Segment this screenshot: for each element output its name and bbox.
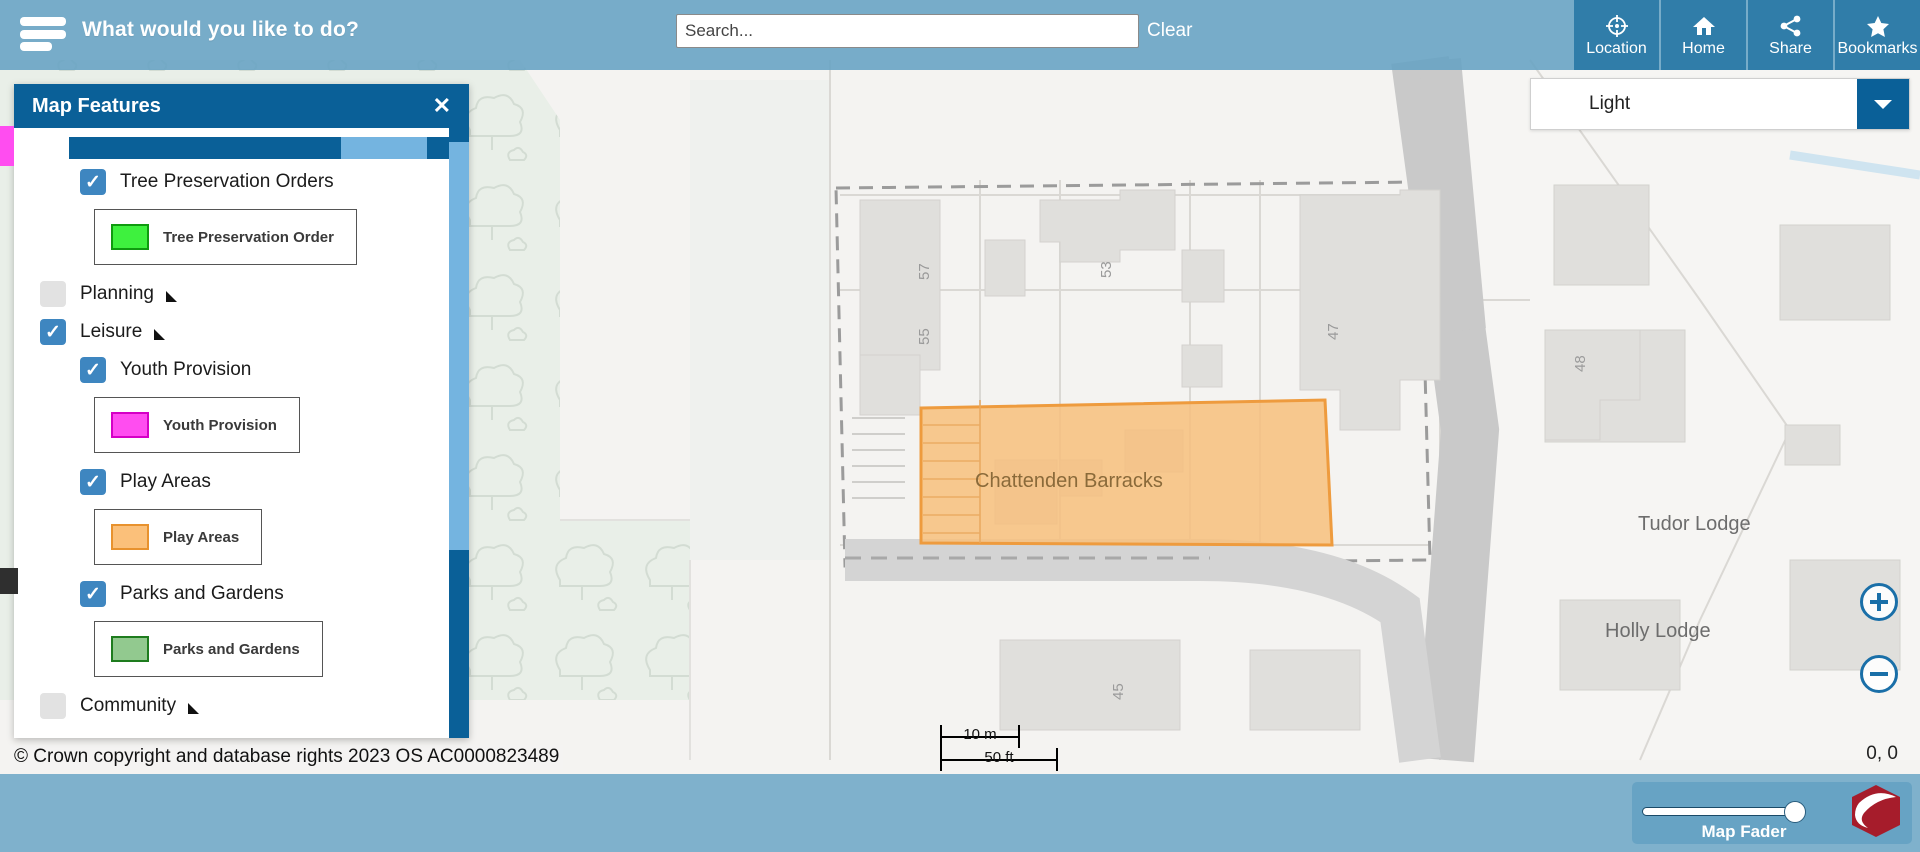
nav-button-home[interactable]: Home: [1661, 0, 1746, 70]
panel-scrollbar[interactable]: [449, 128, 469, 738]
layer-label: Leisure: [80, 321, 143, 342]
layer-label: Play Areas: [120, 471, 211, 492]
legend-label: Youth Provision: [163, 416, 277, 434]
legend-wrapper: Tree Preservation Order: [14, 201, 469, 275]
map-copyright: © Crown copyright and database rights 20…: [10, 745, 564, 769]
chevron-down-icon[interactable]: [1857, 79, 1909, 129]
expand-triangle-icon[interactable]: [188, 702, 200, 714]
scalebar-metric-label: 10 m: [963, 726, 997, 743]
legend-swatch: [111, 412, 149, 438]
layer-row-community[interactable]: Community: [14, 687, 469, 725]
legend-label: Tree Preservation Order: [163, 228, 334, 246]
layer-label: Parks and Gardens: [120, 583, 284, 604]
basemap-selected-value: Light: [1589, 93, 1631, 114]
house-number: 48: [1572, 355, 1589, 372]
layer-label: Community: [80, 695, 177, 716]
layer-row-parks-and-gardens[interactable]: ✓ Parks and Gardens: [14, 575, 469, 613]
map-fader-label: Map Fader: [1701, 822, 1787, 841]
legend-wrapper: Play Areas: [14, 501, 469, 575]
nav-label: Share: [1769, 40, 1812, 57]
star-icon: [1865, 13, 1891, 39]
legend-wrapper: Youth Provision: [14, 389, 469, 463]
legend-tree-preservation-order: Tree Preservation Order: [94, 209, 357, 265]
map-scalebar: 10 m 50 ft: [940, 725, 1060, 771]
nav-button-bookmarks[interactable]: Bookmarks: [1835, 0, 1920, 70]
expand-triangle-icon[interactable]: [154, 328, 166, 340]
legend-wrapper: Parks and Gardens: [14, 613, 469, 687]
panel-body: ✓ Tree Preservation Orders Tree Preserva…: [14, 128, 469, 738]
app-header: What would you like to do? Clear Locatio…: [0, 0, 1920, 70]
legend-parks-and-gardens: Parks and Gardens: [94, 621, 323, 677]
search-field-wrapper: [676, 14, 1139, 48]
layer-label: Tree Preservation Orders: [120, 171, 334, 192]
panel-title: Map Features: [32, 94, 161, 117]
nav-button-share[interactable]: Share: [1748, 0, 1833, 70]
map-label: Tudor Lodge: [1638, 513, 1751, 535]
legend-play-areas: Play Areas: [94, 509, 263, 565]
legend-swatch: [111, 224, 149, 250]
checkbox-planning[interactable]: [40, 281, 66, 307]
layer-label: Youth Provision: [120, 359, 252, 380]
crosshair-icon: [1605, 13, 1629, 39]
layer-row-planning[interactable]: Planning: [14, 275, 469, 313]
map-feature-chip-magenta: [0, 126, 14, 166]
legend-youth-provision: Youth Provision: [94, 397, 300, 453]
hexagon-brand-logo: [1846, 783, 1906, 844]
map-label: Holly Lodge: [1605, 620, 1711, 642]
checkbox-play-areas[interactable]: ✓: [80, 469, 106, 495]
hamburger-icon[interactable]: [20, 13, 66, 55]
legend-swatch: [111, 524, 149, 550]
close-icon[interactable]: ✕: [433, 95, 451, 117]
basemap-selector[interactable]: Light: [1530, 78, 1910, 130]
scalebar-imperial-label: 50 ft: [984, 749, 1014, 766]
page-title: What would you like to do?: [82, 18, 360, 41]
panel-scroll-content[interactable]: ✓ Tree Preservation Orders Tree Preserva…: [14, 128, 469, 738]
checkbox-leisure[interactable]: ✓: [40, 319, 66, 345]
house-number: 55: [916, 328, 933, 345]
house-number: 53: [1098, 261, 1115, 278]
map-feature-chip-dark: [0, 568, 18, 594]
panel-header: Map Features ✕: [14, 84, 469, 128]
minus-circle-icon[interactable]: [1860, 655, 1898, 693]
layer-row-tree-preservation-orders[interactable]: ✓ Tree Preservation Orders: [14, 163, 469, 201]
layer-row-play-areas[interactable]: ✓ Play Areas: [14, 463, 469, 501]
slider-thumb[interactable]: [1784, 801, 1806, 823]
legend-swatch: [111, 636, 149, 662]
house-number: 47: [1325, 323, 1342, 340]
house-number: 45: [1110, 683, 1127, 700]
legend-label: Play Areas: [163, 528, 240, 546]
header-nav-buttons: Location Home Share Bookmarks: [1572, 0, 1920, 70]
nav-label: Home: [1682, 40, 1725, 57]
scalebar-metric: 10 m: [940, 725, 1060, 748]
scrollbar-thumb[interactable]: [449, 142, 469, 550]
checkbox-parks-and-gardens[interactable]: ✓: [80, 581, 106, 607]
map-fader-slider[interactable]: Map Fader: [1642, 793, 1842, 841]
map-feature-label: Chattenden Barracks: [975, 470, 1163, 492]
plus-circle-icon[interactable]: [1860, 583, 1898, 621]
search-input[interactable]: [676, 14, 1139, 48]
house-number: 57: [916, 263, 933, 280]
checkbox-tree-preservation-orders[interactable]: ✓: [80, 169, 106, 195]
map-fader-control: Map Fader: [1632, 782, 1912, 844]
nav-button-location[interactable]: Location: [1574, 0, 1659, 70]
map-coordinates: 0, 0: [1866, 743, 1898, 764]
layer-row-leisure[interactable]: ✓ Leisure: [14, 313, 469, 351]
map-features-panel: Map Features ✕ ✓ Tree Preservation Order…: [14, 84, 469, 738]
checkbox-community[interactable]: [40, 693, 66, 719]
scalebar-imperial: 50 ft: [940, 748, 1060, 771]
slider-track: [1642, 807, 1797, 816]
nav-label: Bookmarks: [1837, 40, 1918, 57]
legend-label: Parks and Gardens: [163, 640, 300, 658]
layer-label: Planning: [80, 283, 154, 304]
expand-triangle-icon[interactable]: [165, 290, 177, 302]
nav-label: Location: [1586, 40, 1647, 57]
clear-search-button[interactable]: Clear: [1147, 20, 1192, 42]
checkbox-youth-provision[interactable]: ✓: [80, 357, 106, 383]
clipped-scroll-row: [69, 137, 459, 159]
layer-row-youth-provision[interactable]: ✓ Youth Provision: [14, 351, 469, 389]
home-icon: [1691, 13, 1717, 39]
share-icon: [1779, 13, 1803, 39]
